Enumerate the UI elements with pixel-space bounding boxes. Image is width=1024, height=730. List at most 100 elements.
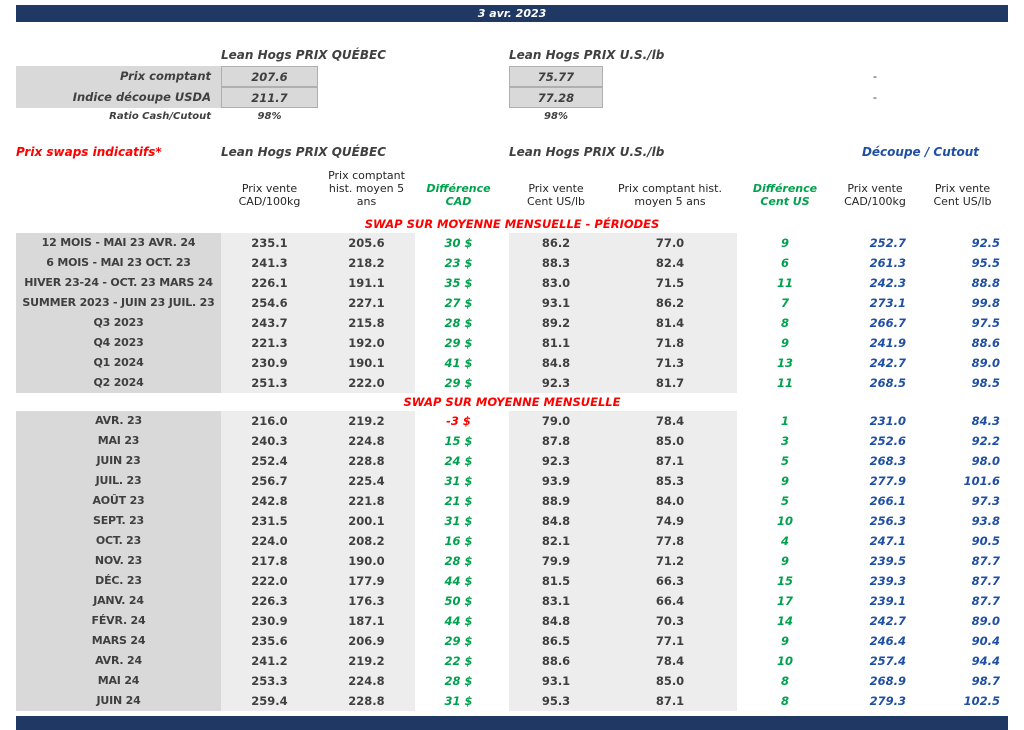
column-gap (502, 671, 509, 691)
swaps-title: Prix swaps indicatifs* (16, 145, 162, 159)
price-us-cell: 87.8 (509, 431, 603, 451)
cutout-us-cell: 88.6 (971, 336, 1000, 350)
swap-row: AVR. 24 241.2 219.2 22 $ 88.6 78.4 10 257.4 94.4 (16, 651, 1008, 671)
spot-row-label: Prix comptant (16, 66, 221, 87)
spot-quebec-value: 211.7 (221, 87, 318, 108)
price-us-cell: 95.3 (509, 691, 603, 711)
cutout-cad-cell: 277.9 (869, 474, 906, 488)
diff-us-cell: 9 (780, 554, 789, 568)
price-us-cell: 83.0 (509, 273, 603, 293)
spot-row-label: Indice découpe USDA (16, 87, 221, 108)
hist-cad-cell: 192.0 (318, 333, 415, 353)
spot-quebec-title: Lean Hogs PRIX QUÉBEC (221, 48, 387, 62)
cutout-cad-cell: 239.1 (869, 594, 906, 608)
hist-us-cell: 71.3 (603, 353, 737, 373)
cutout-cad-cell: 246.4 (869, 634, 906, 648)
hist-us-cell: 86.2 (603, 293, 737, 313)
swap-row-label: SEPT. 23 (16, 511, 221, 531)
cutout-us-cell: 97.5 (971, 316, 1000, 330)
cutout-cad-cell: 239.3 (869, 574, 906, 588)
swap-row: JUIN 24 259.4 228.8 31 $ 95.3 87.1 8 279.3 102.5 (16, 691, 1008, 711)
cutout-cad-cell: 247.1 (869, 534, 906, 548)
price-cad-cell: 253.3 (221, 671, 318, 691)
cutout-us-cell: 97.3 (971, 494, 1000, 508)
price-us-cell: 84.8 (509, 511, 603, 531)
price-cad-cell: 217.8 (221, 551, 318, 571)
column-gap (502, 451, 509, 471)
diff-cad-cell: 29 $ (444, 336, 473, 350)
swap-row: MAI 23 240.3 224.8 15 $ 87.8 85.0 3 252.6 92.2 (16, 431, 1008, 451)
col-header-hist-us: Prix comptant hist. moyen 5 ans (618, 182, 722, 208)
hist-us-cell: 66.3 (603, 571, 737, 591)
column-gap (502, 293, 509, 313)
column-gap (502, 353, 509, 373)
swap-row: 12 MOIS - MAI 23 AVR. 24 235.1 205.6 30 $ 86… (16, 233, 1008, 253)
price-cad-cell: 256.7 (221, 471, 318, 491)
diff-cad-cell: 15 $ (444, 434, 473, 448)
diff-cad-cell: 28 $ (444, 316, 473, 330)
swap-row: Q3 2023 243.7 215.8 28 $ 89.2 81.4 8 266.7 97.5 (16, 313, 1008, 333)
hist-cad-cell: 218.2 (318, 253, 415, 273)
cutout-us-cell: 101.6 (963, 474, 1000, 488)
diff-us-cell: 11 (776, 276, 793, 290)
spot-us-title: Lean Hogs PRIX U.S./lb (509, 48, 665, 62)
cutout-cad-cell: 279.3 (869, 694, 906, 708)
diff-us-cell: 6 (780, 256, 789, 270)
diff-cad-cell: 44 $ (444, 614, 473, 628)
cutout-cad-cell: 266.1 (869, 494, 906, 508)
hist-cad-cell: 219.2 (318, 411, 415, 431)
cutout-cad-cell: 256.3 (869, 514, 906, 528)
price-us-cell: 79.9 (509, 551, 603, 571)
price-cad-cell: 251.3 (221, 373, 318, 393)
diff-cad-cell: 50 $ (444, 594, 473, 608)
swap-row-label: 6 MOIS - MAI 23 OCT. 23 (16, 253, 221, 273)
swap-row-label: OCT. 23 (16, 531, 221, 551)
spot-us-value: 98% (544, 111, 568, 122)
cutout-us-cell: 98.7 (971, 674, 1000, 688)
swap-row-label: FÉVR. 24 (16, 611, 221, 631)
price-cad-cell: 224.0 (221, 531, 318, 551)
column-gap (502, 491, 509, 511)
hist-us-cell: 77.0 (603, 233, 737, 253)
price-us-cell: 79.0 (509, 411, 603, 431)
cutout-us-cell: 89.0 (971, 614, 1000, 628)
hist-cad-cell: 177.9 (318, 571, 415, 591)
spot-row: Indice découpe USDA 211.7 77.28 - (16, 87, 1008, 108)
swap-row: MAI 24 253.3 224.8 28 $ 93.1 85.0 8 268.9 98.7 (16, 671, 1008, 691)
diff-cad-cell: 44 $ (444, 574, 473, 588)
column-gap (502, 631, 509, 651)
hist-us-cell: 71.8 (603, 333, 737, 353)
diff-us-cell: 9 (780, 336, 789, 350)
swap-row: Q4 2023 221.3 192.0 29 $ 81.1 71.8 9 241.9 88.6 (16, 333, 1008, 353)
diff-cad-cell: 31 $ (444, 694, 473, 708)
spot-cutout-placeholder: - (872, 69, 878, 83)
hist-us-cell: 74.9 (603, 511, 737, 531)
diff-cad-cell: 22 $ (444, 654, 473, 668)
hist-us-cell: 71.2 (603, 551, 737, 571)
column-gap (502, 471, 509, 491)
hist-us-cell: 78.4 (603, 651, 737, 671)
price-cad-cell: 240.3 (221, 431, 318, 451)
price-cad-cell: 252.4 (221, 451, 318, 471)
cutout-title: Découpe / Cutout (861, 145, 980, 159)
swap-row-label: MAI 23 (16, 431, 221, 451)
column-gap (502, 253, 509, 273)
hist-us-cell: 85.3 (603, 471, 737, 491)
diff-cad-cell: 21 $ (444, 494, 473, 508)
diff-cad-cell: 28 $ (444, 674, 473, 688)
price-us-cell: 93.9 (509, 471, 603, 491)
footer-bar (16, 716, 1008, 730)
hist-cad-cell: 221.8 (318, 491, 415, 511)
diff-us-cell: 17 (776, 594, 793, 608)
column-gap (502, 163, 509, 211)
spot-row-label: Ratio Cash/Cutout (109, 111, 211, 122)
cutout-cad-cell: 252.6 (869, 434, 906, 448)
column-gap (502, 511, 509, 531)
diff-us-cell: 4 (780, 534, 789, 548)
diff-us-cell: 3 (780, 434, 789, 448)
cutout-us-cell: 95.5 (971, 256, 1000, 270)
price-us-cell: 81.1 (509, 333, 603, 353)
diff-cad-cell: -3 $ (446, 414, 471, 428)
swap-row: SEPT. 23 231.5 200.1 31 $ 84.8 74.9 10 256.3 93.… (16, 511, 1008, 531)
price-cad-cell: 231.5 (221, 511, 318, 531)
